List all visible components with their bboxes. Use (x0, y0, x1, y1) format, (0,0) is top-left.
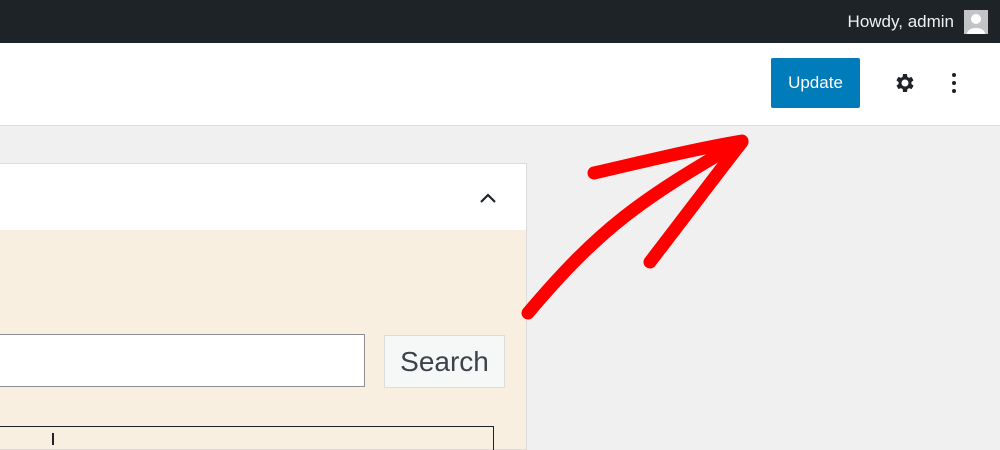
search-button[interactable]: Search (384, 335, 505, 388)
user-avatar-icon (964, 9, 988, 34)
greeting-text: Howdy, admin (847, 11, 954, 31)
chevron-up-icon (480, 193, 496, 203)
gear-icon (896, 74, 914, 92)
account-menu[interactable]: Howdy, admin (848, 0, 988, 43)
update-button[interactable]: Update (771, 58, 860, 108)
panel-header (0, 164, 526, 230)
more-options-button[interactable] (940, 66, 968, 100)
content-panel: Search (0, 163, 527, 450)
text-cursor (52, 433, 54, 445)
admin-bar: Howdy, admin (0, 0, 1000, 43)
search-input[interactable] (0, 334, 365, 387)
settings-button[interactable] (888, 66, 922, 100)
editor-header: Update (0, 43, 1000, 126)
collapse-panel-button[interactable] (470, 180, 506, 216)
select-field[interactable] (0, 426, 494, 450)
vertical-ellipsis-icon (952, 73, 956, 93)
